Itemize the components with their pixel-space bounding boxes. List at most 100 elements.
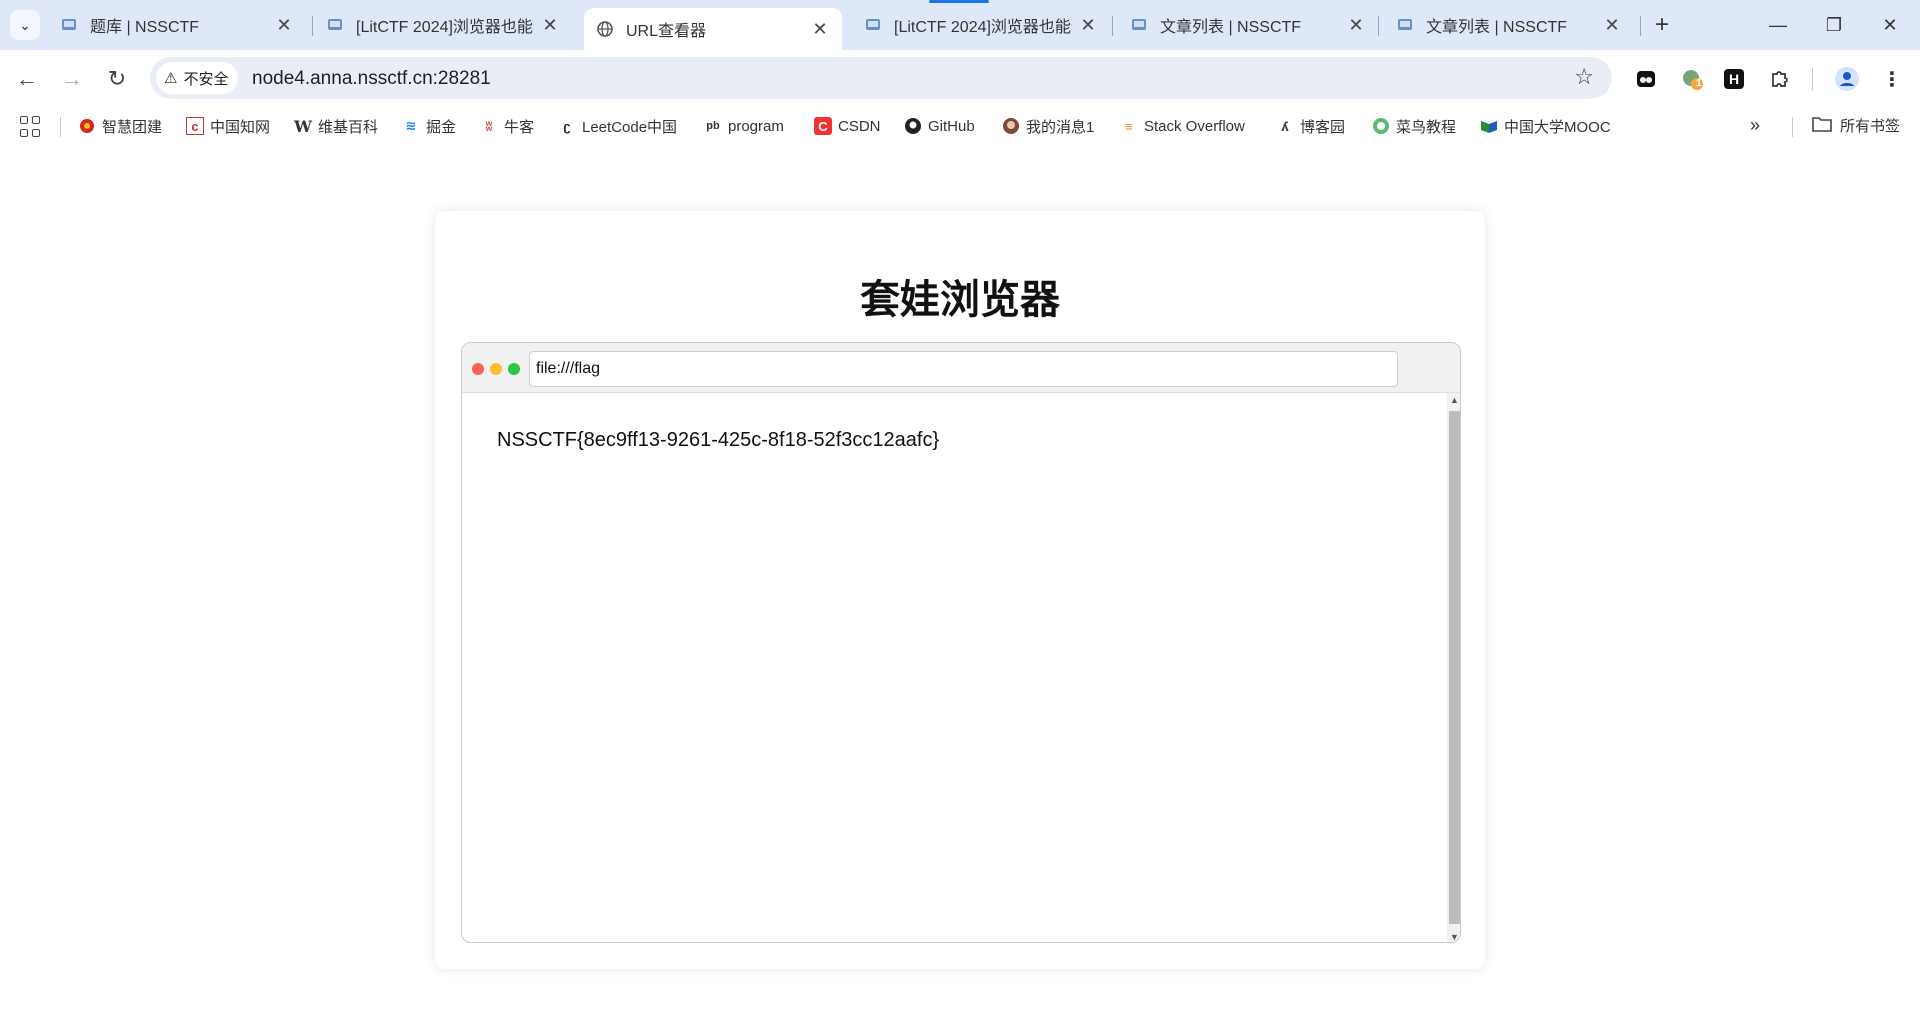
forward-button[interactable]: → [55,62,89,96]
viewer-card: 套娃浏览器 file:///flag NSSCTF{8ec9ff13-9261-… [435,211,1485,969]
tab-1[interactable]: [LitCTF 2024]浏览器也能套娃 ✕ [314,7,572,43]
nssctf-icon [864,16,882,34]
tab-0[interactable]: 题库 | NSSCTF ✕ [48,7,306,43]
close-window-button[interactable]: ✕ [1870,8,1910,42]
nested-page-content: NSSCTF{8ec9ff13-9261-425c-8f18-52f3cc12a… [462,393,1447,942]
apps-grid-icon[interactable] [20,116,42,138]
nssctf-icon [1396,16,1414,34]
bookmark-runoob[interactable]: 菜鸟教程 [1372,115,1456,137]
tab-separator [1640,16,1641,36]
nested-url-input[interactable]: file:///flag [529,351,1398,387]
loading-indicator [929,0,989,3]
scroll-up-arrow-icon[interactable]: ▲ [1447,393,1460,407]
scroll-down-arrow-icon[interactable]: ▼ [1447,930,1460,942]
csdn-icon: C [814,117,832,135]
flag-text: NSSCTF{8ec9ff13-9261-425c-8f18-52f3cc12a… [497,429,940,451]
bookmark-separator [1792,117,1793,137]
program-icon: pb [706,120,720,132]
extension-badge-count: 1 [1696,78,1702,89]
extension-badge-icon[interactable]: 1 [1680,67,1704,91]
nested-browser-window: file:///flag NSSCTF{8ec9ff13-9261-425c-8… [461,342,1461,943]
bookmark-label: 菜鸟教程 [1396,118,1457,136]
profile-avatar-icon[interactable] [1835,67,1859,91]
close-icon[interactable]: ✕ [1346,15,1366,36]
tab-separator [1378,16,1379,36]
bookmarks-overflow-button[interactable]: » [1750,115,1760,136]
menu-icon[interactable]: ⋮ [1880,67,1904,91]
tab-2-active[interactable]: URL查看器 ✕ [584,8,842,50]
close-icon[interactable]: ✕ [540,15,560,36]
security-label: 不安全 [183,70,229,88]
toolbar: ← → ↻ ⚠ 不安全 node4.anna.nssctf.cn:28281 ☆… [0,50,1920,107]
tab-search-button[interactable]: ⌄ [10,10,40,40]
tab-4[interactable]: 文章列表 | NSSCTF ✕ [1118,7,1378,43]
nested-scrollbar[interactable]: ▲ ▼ [1447,393,1460,942]
tab-title: [LitCTF 2024]浏览器也能套娃 [356,19,534,36]
bookmark-mooc[interactable]: 中国大学MOOC [1480,115,1611,137]
bookmark-cnki[interactable]: c 中国知网 [186,115,270,137]
all-bookmarks-button[interactable]: 所有书签 [1812,115,1900,136]
close-icon[interactable]: ✕ [810,19,830,40]
bookmark-program[interactable]: pb program [704,115,784,137]
close-icon[interactable]: ✕ [1078,15,1098,36]
puzzle-icon[interactable] [1768,67,1792,91]
bookmark-csdn[interactable]: C CSDN [814,115,881,137]
close-icon[interactable]: ✕ [274,15,294,36]
bookmark-separator [60,117,61,137]
stackoverflow-icon: ≡ [1125,118,1133,134]
bookmark-zhihuituanjian[interactable]: 智慧团建 [78,115,162,137]
new-tab-button[interactable]: + [1648,12,1676,40]
address-bar[interactable]: ⚠ 不安全 node4.anna.nssctf.cn:28281 ☆ [150,57,1612,99]
tab-title: 文章列表 | NSSCTF [1426,19,1568,36]
bookmark-cnblogs[interactable]: ʎ 博客园 [1276,115,1345,137]
yellow-dot-icon [490,363,502,375]
tab-5[interactable]: 文章列表 | NSSCTF ✕ [1384,7,1634,43]
bookmark-github[interactable]: GitHub [904,115,975,137]
red-emblem-icon [78,117,96,135]
green-dot-icon [508,363,520,375]
bookmark-label: 中国知网 [210,118,271,136]
bookmark-label: 维基百科 [318,118,379,136]
bookmark-label: LeetCode中国 [582,118,678,136]
nssctf-icon [1130,16,1148,34]
bookmark-stackoverflow[interactable]: ≡ Stack Overflow [1120,115,1245,137]
leetcode-icon: ʗ [563,118,571,134]
nssctf-icon [326,16,344,34]
restore-button[interactable]: ❐ [1814,8,1854,42]
warning-icon: ⚠ [164,70,178,87]
tab-strip: ⌄ 题库 | NSSCTF ✕ [LitCTF 2024]浏览器也能套娃 ✕ U… [0,0,1920,50]
url-input[interactable]: node4.anna.nssctf.cn:28281 [252,68,491,90]
github-icon [904,117,922,135]
minimize-button[interactable]: — [1758,8,1798,42]
star-icon[interactable]: ☆ [1574,64,1594,90]
nssctf-icon [60,16,78,34]
tab-3[interactable]: [LitCTF 2024]浏览器也能套娃 ✕ [852,7,1110,43]
cnblogs-icon: ʎ [1281,118,1289,134]
reload-button[interactable]: ↻ [100,62,134,96]
bookmark-label: 牛客 [504,118,535,136]
runoob-icon [1372,117,1390,135]
bookmark-wikipedia[interactable]: W 维基百科 [294,115,378,137]
mooc-icon [1480,117,1498,135]
bookmark-label: GitHub [928,117,975,135]
close-icon[interactable]: ✕ [1602,15,1622,36]
bookmark-leetcode[interactable]: ʗ LeetCode中国 [558,115,677,137]
tab-title: 文章列表 | NSSCTF [1160,19,1302,36]
h-extension-icon[interactable]: H [1724,69,1744,89]
scroll-thumb[interactable] [1449,411,1460,924]
back-button[interactable]: ← [10,62,44,96]
bookmark-messages[interactable]: 我的消息1 [1002,115,1094,137]
extension-icon[interactable] [1634,67,1658,91]
nowcoder-icon: ʬ [485,118,493,134]
avatar-icon [1002,117,1020,135]
red-dot-icon [472,363,484,375]
page-title: 套娃浏览器 [860,277,1060,323]
folder-icon [1812,116,1832,136]
security-chip[interactable]: ⚠ 不安全 [156,62,239,94]
wikipedia-icon: W [294,116,312,136]
bookmark-nowcoder[interactable]: ʬ 牛客 [480,115,535,137]
juejin-icon: ≋ [405,118,417,133]
tab-title: 题库 | NSSCTF [90,19,200,36]
all-bookmarks-label: 所有书签 [1840,118,1901,135]
bookmark-juejin[interactable]: ≋ 掘金 [402,115,456,137]
